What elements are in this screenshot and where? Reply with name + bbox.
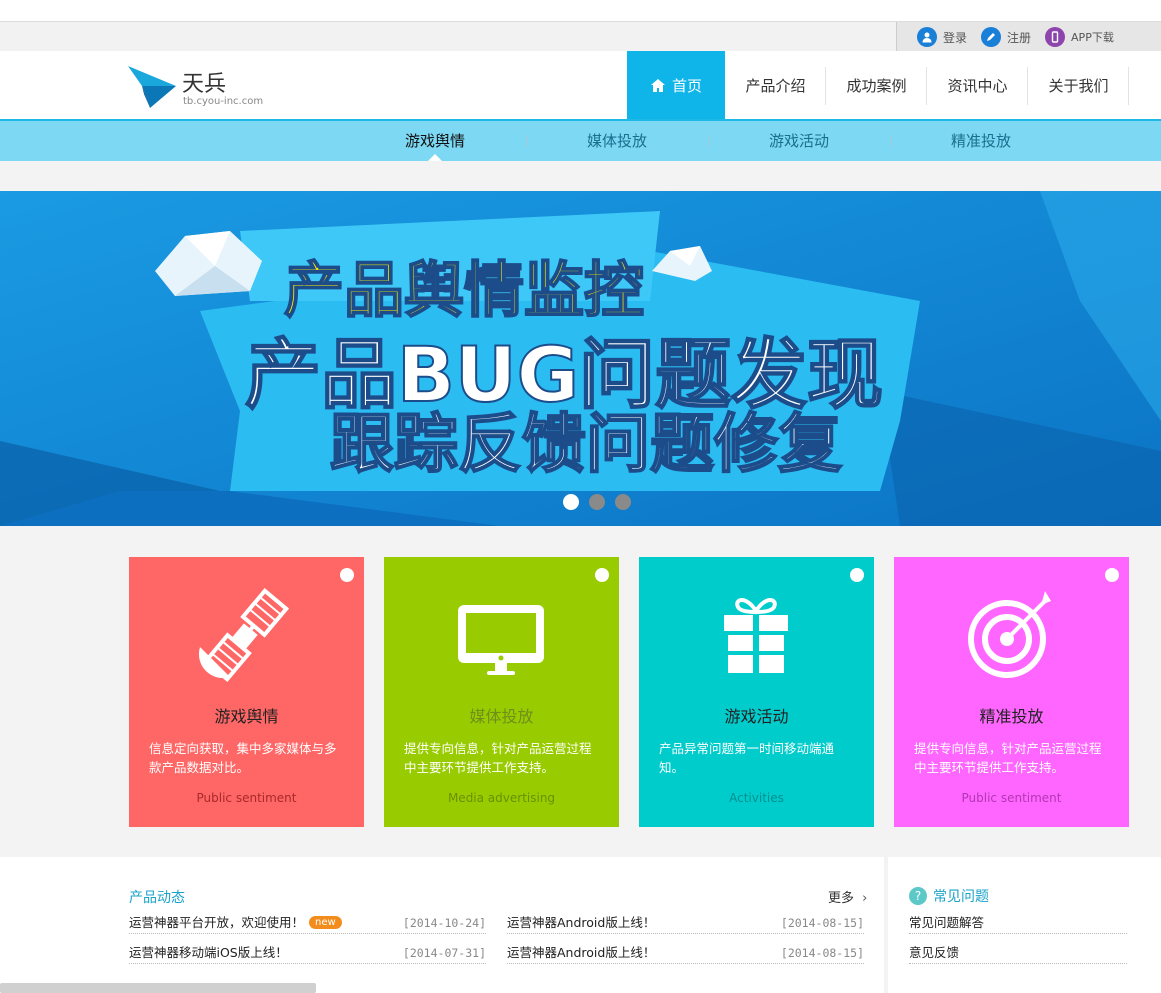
subnav-divider <box>890 135 891 147</box>
login-label: 登录 <box>943 30 968 45</box>
card-media[interactable]: 媒体投放 提供专向信息，针对产品运营过程中主要环节提供工作支持。 Media a… <box>384 557 619 827</box>
nav-products-label: 产品介绍 <box>745 76 806 95</box>
subnav-precision[interactable]: 精准投放 <box>901 121 1061 161</box>
site-logo[interactable]: 天兵 tb.cyou-inc.com <box>128 62 278 110</box>
card-en-label: Media advertising <box>447 791 556 805</box>
carousel-dots <box>563 494 631 510</box>
app-download-label: APP下载 <box>1071 31 1114 44</box>
carousel-dot-3[interactable] <box>615 494 631 510</box>
card-desc: 提供专向信息，针对产品运营过程中主要环节提供工作支持。 <box>404 741 592 775</box>
card-desc: 提供专向信息，针对产品运营过程中主要环节提供工作支持。 <box>914 741 1102 775</box>
subnav-media[interactable]: 媒体投放 <box>537 121 697 161</box>
faq-item[interactable]: 意见反馈 <box>909 942 1127 964</box>
card-en-label: Public sentiment <box>196 791 297 805</box>
carousel-dot-1[interactable] <box>563 494 579 510</box>
section-divider <box>884 857 888 993</box>
monitor-icon <box>458 605 544 675</box>
home-icon <box>650 78 665 92</box>
nav-news[interactable]: 资讯中心 <box>927 51 1028 119</box>
paper-plane-icon <box>128 66 176 108</box>
news-date: [2014-08-15] <box>780 946 864 960</box>
new-badge: new <box>309 916 342 929</box>
card-title: 游戏活动 <box>724 707 789 726</box>
faq-title: ? 常见问题 <box>909 886 989 906</box>
news-item[interactable]: 运营神器Android版上线！ [2014-08-15] <box>507 912 864 934</box>
login-link[interactable]: 登录 <box>917 27 967 47</box>
app-download-link[interactable]: APP下载 <box>1045 27 1114 47</box>
nav-products[interactable]: 产品介绍 <box>725 51 826 119</box>
faq-item[interactable]: 常见问题解答 <box>909 912 1127 934</box>
more-link[interactable]: 更多 › <box>828 887 867 906</box>
question-icon: ? <box>909 887 927 905</box>
card-en-label: Public sentiment <box>961 791 1062 805</box>
register-label: 注册 <box>1007 30 1032 45</box>
faq-title-label: 常见问题 <box>933 889 989 905</box>
phone-icon <box>1045 27 1066 47</box>
logo-name: 天兵 <box>182 72 227 97</box>
card-desc: 信息定向获取，集中多家媒体与多款产品数据对比。 <box>149 741 337 775</box>
carousel-dot-2[interactable] <box>589 494 605 510</box>
card-title: 游戏舆情 <box>214 707 279 726</box>
card-game-sentiment[interactable]: 游戏舆情 信息定向获取，集中多家媒体与多款产品数据对比。 Public sent… <box>129 557 364 827</box>
card-title: 媒体投放 <box>469 707 534 726</box>
hero-banner[interactable]: 产品舆情监控 产品BUG问题发现 跟踪反馈问题修复 <box>0 191 1161 526</box>
news-date: [2014-10-24] <box>402 916 486 930</box>
target-icon <box>968 591 1051 678</box>
news-date: [2014-07-31] <box>402 946 486 960</box>
card-desc: 产品异常问题第一时间移动端通知。 <box>659 741 835 775</box>
banner-artwork: 产品舆情监控 产品BUG问题发现 跟踪反馈问题修复 <box>0 191 1161 526</box>
news-item[interactable]: 运营神器平台开放，欢迎使用！ new [2014-10-24] <box>129 912 486 934</box>
register-link[interactable]: 注册 <box>981 27 1031 47</box>
spacer <box>0 161 1161 191</box>
banner-line1: 产品舆情监控 <box>284 256 644 326</box>
more-label: 更多 <box>828 891 855 906</box>
account-links: 登录 注册 APP下载 <box>896 22 1161 52</box>
satellite-icon <box>198 587 290 683</box>
sub-nav: 游戏舆情 媒体投放 游戏活动 精准投放 <box>0 119 1161 161</box>
card-activities[interactable]: 游戏活动 产品异常问题第一时间移动端通知。 Activities <box>639 557 874 827</box>
nav-home-label: 首页 <box>671 76 702 95</box>
top-utility-bar: 登录 注册 APP下载 <box>0 21 1161 52</box>
nav-cases-label: 成功案例 <box>846 76 907 95</box>
chevron-right-icon: › <box>862 891 868 906</box>
banner-line2: 产品BUG问题发现 <box>245 330 883 419</box>
nav-cases[interactable]: 成功案例 <box>826 51 927 119</box>
nav-separator <box>1128 67 1129 105</box>
news-item[interactable]: 运营神器Android版上线！ [2014-08-15] <box>507 942 864 964</box>
news-title: 产品动态 <box>129 890 185 906</box>
pencil-icon <box>981 27 1002 47</box>
user-icon <box>917 27 937 47</box>
subnav-divider <box>708 135 709 147</box>
news-text: 运营神器平台开放，欢迎使用！ <box>129 915 305 930</box>
banner-line3: 跟踪反馈问题修复 <box>330 408 842 482</box>
news-text: 运营神器Android版上线！ <box>507 915 656 930</box>
news-date: [2014-08-15] <box>780 916 864 930</box>
card-en-label: Activities <box>729 791 784 805</box>
subnav-active-caret <box>428 154 442 161</box>
nav-about[interactable]: 关于我们 <box>1028 51 1129 119</box>
main-nav: 首页 产品介绍 成功案例 资讯中心 关于我们 <box>627 51 1129 119</box>
card-corner-dot <box>340 568 354 582</box>
news-item[interactable]: 运营神器移动端iOS版上线！ [2014-07-31] <box>129 942 486 964</box>
card-title: 精准投放 <box>979 707 1044 726</box>
card-corner-dot <box>1105 568 1119 582</box>
card-precision[interactable]: 精准投放 提供专向信息，针对产品运营过程中主要环节提供工作支持。 Public … <box>894 557 1129 827</box>
card-corner-dot <box>595 568 609 582</box>
card-corner-dot <box>850 568 864 582</box>
subnav-activities[interactable]: 游戏活动 <box>719 121 879 161</box>
nav-home[interactable]: 首页 <box>627 51 725 119</box>
news-text: 运营神器Android版上线！ <box>507 945 656 960</box>
gift-icon <box>724 598 788 673</box>
nav-news-label: 资讯中心 <box>947 76 1008 95</box>
horizontal-scrollbar[interactable] <box>0 983 316 993</box>
logo-domain: tb.cyou-inc.com <box>183 96 264 107</box>
subnav-divider <box>526 135 527 147</box>
nav-about-label: 关于我们 <box>1048 76 1109 95</box>
news-text: 运营神器移动端iOS版上线！ <box>129 945 288 960</box>
